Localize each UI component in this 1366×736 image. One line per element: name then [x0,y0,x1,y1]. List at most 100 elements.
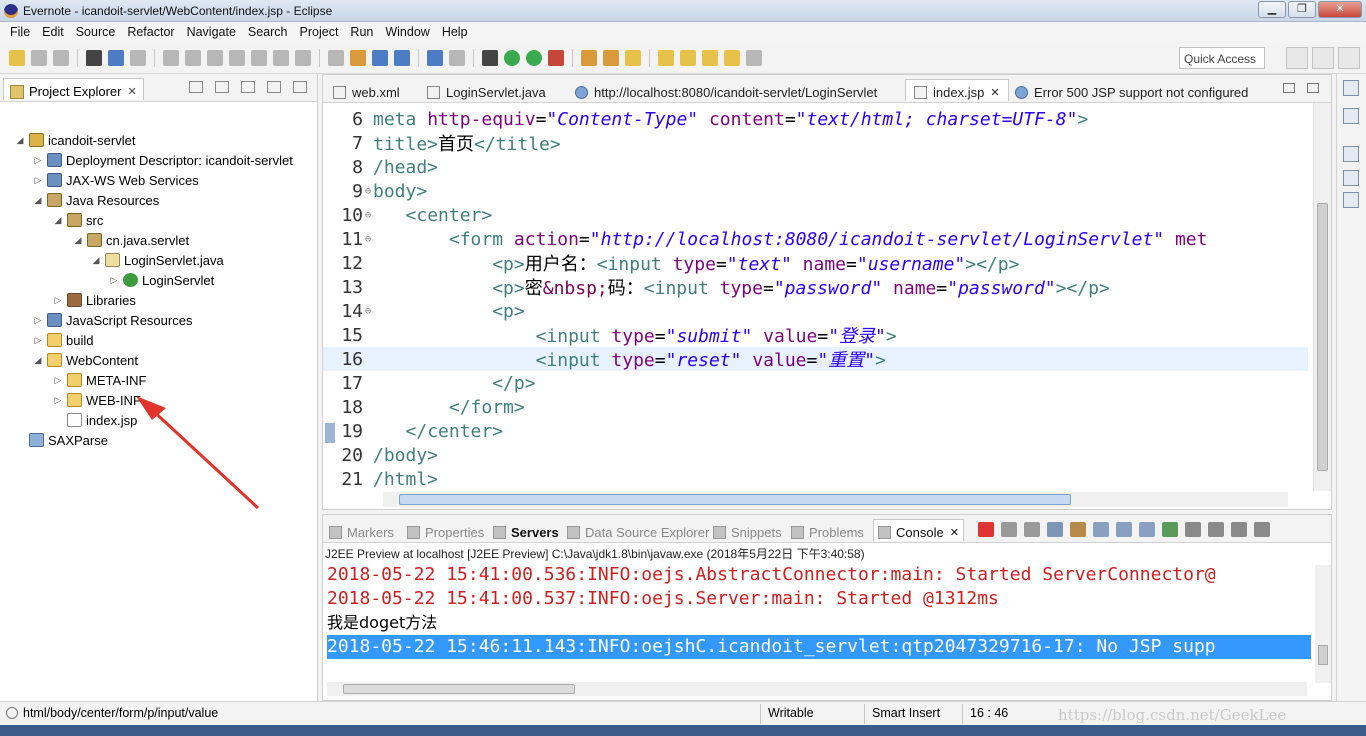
tab-markers[interactable]: Markers [325,519,398,541]
twisty-icon[interactable]: ◢ [32,355,44,366]
disconnect-icon[interactable] [229,49,245,66]
minimize-view-icon[interactable] [1231,522,1247,537]
browser-icon[interactable] [427,49,443,66]
next-annotation-icon[interactable] [658,49,674,66]
tab-snippets[interactable]: Snippets [709,519,786,541]
code-line[interactable]: 17 </p> [323,371,1308,395]
scroll-thumb[interactable] [399,494,1071,505]
editor-horizontal-scrollbar[interactable] [383,492,1288,507]
editor-tab[interactable]: web.xml [325,79,408,101]
twisty-icon[interactable]: ▷ [108,275,120,286]
maximize-editor-icon[interactable] [1307,83,1319,93]
tree-item[interactable]: ◢ src [52,210,104,230]
debug-run-icon[interactable] [482,49,498,66]
format-icon[interactable] [328,49,344,66]
collapse-all-icon[interactable] [189,81,203,93]
show-on-error-icon[interactable] [1139,522,1155,537]
quick-access-input[interactable]: Quick Access [1179,47,1265,69]
tree-item[interactable]: ▷ JAX-WS Web Services [32,170,199,190]
twisty-icon[interactable]: ▷ [32,335,44,346]
back-icon[interactable] [724,49,740,66]
mark-occurrences-icon[interactable] [625,49,641,66]
tree-item[interactable]: ▷ JavaScript Resources [32,310,193,330]
console-horizontal-scrollbar[interactable] [327,682,1307,696]
debug-icon[interactable] [86,49,102,66]
tree-item[interactable]: index.jsp [52,410,137,430]
menu-help[interactable]: Help [436,25,474,39]
menu-source[interactable]: Source [70,25,122,39]
twisty-icon[interactable]: ▷ [32,175,44,186]
fold-icon[interactable]: ⊖ [363,234,373,245]
code-line[interactable]: 18 </form> [323,395,1308,419]
skip-breakpoints-icon[interactable] [130,49,146,66]
tree-item[interactable]: ▷ LoginServlet [108,270,215,290]
code-editor[interactable]: 6 meta http-equiv="Content-Type" content=… [323,107,1308,491]
menu-file[interactable]: File [4,25,36,39]
tree-item[interactable]: ▷ Libraries [52,290,136,310]
twisty-icon[interactable]: ◢ [14,135,26,146]
fold-icon[interactable]: ⊖ [363,186,373,197]
close-icon[interactable]: ✕ [950,526,959,539]
terminal-icon[interactable] [108,49,124,66]
code-line[interactable]: 8/head> [323,155,1308,179]
maximize-view-icon[interactable] [1254,522,1270,537]
last-edit-icon[interactable] [702,49,718,66]
new-web-icon[interactable] [394,49,410,66]
menu-edit[interactable]: Edit [36,25,70,39]
open-console-icon[interactable] [1208,522,1224,537]
code-line[interactable]: 15 <input type="submit" value="登录"> [323,323,1308,348]
code-line[interactable]: 13 <p>密&nbsp;码：<input type="password" na… [323,275,1308,300]
maximize-button[interactable]: ❐ [1288,1,1316,18]
coverage-icon[interactable] [526,49,542,66]
suspend-icon[interactable] [185,49,201,66]
minimize-view-icon[interactable] [267,81,281,93]
tab-servers[interactable]: Servers [489,519,563,541]
step-return-icon[interactable] [295,49,311,66]
display-console-icon[interactable] [1185,522,1201,537]
close-icon[interactable]: ✕ [990,86,999,99]
search-icon[interactable] [449,49,465,66]
twisty-icon[interactable]: ▷ [52,375,64,386]
code-line[interactable]: 9 ⊖ body> [323,179,1308,203]
twisty-icon[interactable]: ▷ [52,395,64,406]
editor-tab[interactable]: index.jsp ✕ [905,79,1009,101]
menu-navigate[interactable]: Navigate [181,25,242,39]
twisty-icon[interactable]: ▷ [32,155,44,166]
debug-perspective-icon[interactable] [1338,47,1360,69]
code-line[interactable]: 16 <input type="reset" value="重置"> [323,347,1308,371]
open-task-icon[interactable] [603,49,619,66]
run-icon[interactable] [504,49,520,66]
outline-icon[interactable] [1343,108,1359,124]
minimize-editor-icon[interactable] [1283,83,1295,93]
tab-properties[interactable]: Properties [403,519,488,541]
step-into-icon[interactable] [251,49,267,66]
prev-annotation-icon[interactable] [680,49,696,66]
show-on-output-icon[interactable] [1116,522,1132,537]
tree-item[interactable]: ▷ META-INF [52,370,147,390]
scroll-thumb[interactable] [343,684,575,694]
java-ee-perspective-icon[interactable] [1312,47,1334,69]
code-line[interactable]: 7 title>首页</title> [323,131,1308,156]
code-line[interactable]: 12 <p>用户名：<input type="text" name="usern… [323,251,1308,276]
minimize-button[interactable]: ▁ [1258,1,1286,18]
task-list-icon[interactable] [1343,170,1359,186]
editor-tab[interactable]: LoginServlet.java [419,79,554,101]
external-tools-icon[interactable] [548,49,564,66]
twisty-icon[interactable]: ◢ [52,215,64,226]
pin-console-icon[interactable] [1162,522,1178,537]
code-line[interactable]: 19 </center> [323,419,1308,443]
console-vertical-scrollbar[interactable] [1315,565,1331,683]
open-type-icon[interactable] [581,49,597,66]
scroll-thumb[interactable] [1318,645,1328,665]
tree-item[interactable]: ◢ Java Resources [32,190,160,210]
insert-mode-status[interactable]: Smart Insert [872,706,940,720]
tab-problems[interactable]: Problems [787,519,868,541]
view-menu-icon[interactable] [241,81,255,93]
outline-view-icon[interactable] [1343,192,1359,208]
close-window-button[interactable]: ✕ [1318,1,1362,18]
save-all-icon[interactable] [53,49,69,66]
twisty-icon[interactable]: ◢ [72,235,84,246]
resume-icon[interactable] [163,49,179,66]
restore-icon[interactable] [1343,80,1359,96]
twisty-icon[interactable]: ▷ [52,295,64,306]
